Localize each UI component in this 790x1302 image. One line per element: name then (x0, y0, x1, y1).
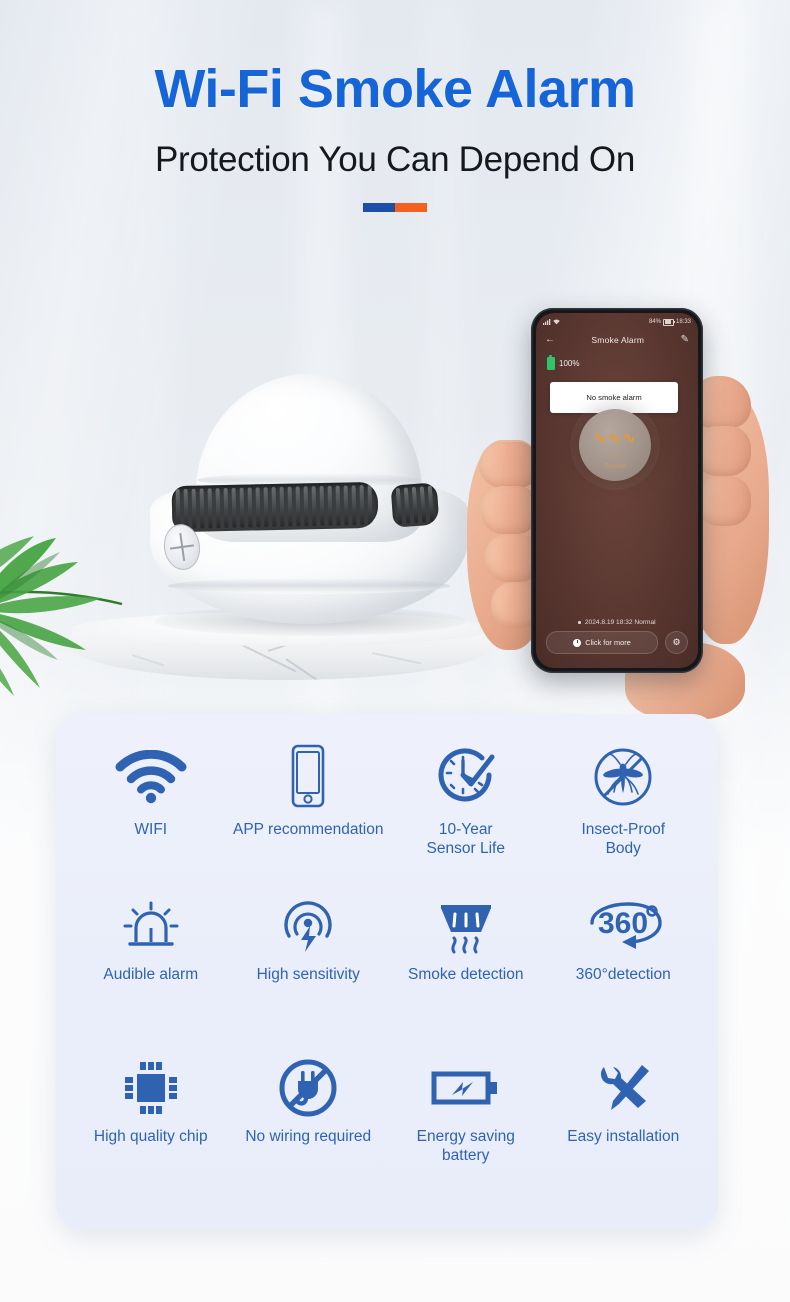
edit-pencil-icon[interactable]: ✎ (681, 335, 689, 345)
feature-label: High sensitivity (256, 966, 360, 984)
signal-bolt-icon (277, 895, 339, 961)
page-title: Wi-Fi Smoke Alarm (154, 59, 636, 119)
clock-check-icon (433, 738, 499, 816)
feature-label: Audible alarm (103, 966, 199, 984)
feature-360-detection[interactable]: 360 360°detection (545, 895, 703, 984)
divider-left-segment (363, 203, 395, 212)
device-label: Smoke (604, 463, 626, 470)
feature-row: WIFI APP recommendation 10-Year Sensor L… (72, 738, 702, 895)
feature-energy-saving-battery[interactable]: Energy saving battery (387, 1053, 545, 1166)
smoke-waves-icon: ∿∿∿ (593, 430, 637, 447)
phone-bottom-bar: Click for more ⚙ (536, 631, 698, 654)
back-arrow-icon[interactable]: ← (545, 335, 555, 345)
status-bubble-text: No smoke alarm (586, 393, 642, 402)
feature-panel: WIFI APP recommendation 10-Year Sensor L… (56, 714, 718, 1230)
feature-label: 360°detection (575, 966, 671, 984)
feature-label: 10-Year Sensor Life (426, 821, 505, 858)
smartphone-icon (284, 738, 332, 816)
gear-icon[interactable]: ⚙ (665, 631, 688, 654)
divider (363, 203, 427, 212)
feature-insect-proof[interactable]: Insect-Proof Body (545, 738, 703, 859)
feature-row: Audible alarm High sensitivity Smoke det… (72, 895, 702, 1052)
feature-label: No wiring required (245, 1127, 372, 1145)
smoke-alarm-product-photo (144, 374, 474, 640)
smartphone: 84% 18:33 ← Smoke Alarm ✎ 100% No smoke … (531, 308, 703, 673)
feature-sensor-life[interactable]: 10-Year Sensor Life (387, 738, 545, 859)
feature-row: High quality chip No wiring required Ene… (72, 1053, 702, 1210)
device-battery-level: 100% (559, 359, 580, 368)
status-battery-percent: 84% (648, 319, 661, 325)
feature-label: WIFI (134, 821, 168, 838)
wrench-screwdriver-icon (591, 1053, 655, 1123)
more-button-label: Click for more (585, 638, 631, 647)
side-vent-slots (390, 482, 440, 528)
feature-label: Insect-Proof Body (581, 821, 666, 858)
feature-label: Easy installation (567, 1127, 680, 1145)
app-title-bar: ← Smoke Alarm ✎ (536, 329, 698, 351)
status-battery-icon (662, 318, 675, 326)
page-subtitle: Protection You Can Depend On (154, 140, 635, 179)
360-rotation-icon: 360 (580, 895, 666, 961)
svg-text:360: 360 (598, 907, 648, 940)
feature-label: Energy saving battery (416, 1127, 515, 1165)
app-title: Smoke Alarm (591, 335, 645, 345)
feature-easy-installation[interactable]: Easy installation (545, 1053, 703, 1146)
device-status-area: No smoke alarm ∿∿∿ ••• Smoke (536, 382, 698, 552)
no-plug-icon (276, 1053, 340, 1123)
feature-label: Smoke detection (408, 966, 524, 984)
feature-audible-alarm[interactable]: Audible alarm (72, 895, 230, 984)
feature-smoke-detection[interactable]: Smoke detection (387, 895, 545, 984)
wifi-icon (115, 738, 187, 816)
feature-label: High quality chip (93, 1127, 208, 1145)
battery-bolt-icon (429, 1053, 503, 1123)
siren-alarm-icon (120, 895, 182, 961)
feature-no-wiring[interactable]: No wiring required (230, 1053, 388, 1146)
chip-icon (120, 1053, 182, 1123)
feature-high-sensitivity[interactable]: High sensitivity (230, 895, 388, 984)
log-text: 2024.8.19 18:32 Normal (584, 619, 656, 626)
header: Wi-Fi Smoke Alarm Protection You Can Dep… (0, 0, 790, 212)
device-log-line: 2024.8.19 18:32 Normal (536, 619, 698, 626)
feature-app[interactable]: APP recommendation (230, 738, 388, 839)
divider-right-segment (395, 203, 427, 212)
phone-screen: 84% 18:33 ← Smoke Alarm ✎ 100% No smoke … (536, 313, 698, 668)
smoke-dots-icon: ••• (609, 453, 621, 459)
status-time: 18:33 (675, 319, 691, 325)
vent-slots (171, 481, 379, 533)
device-illustration: ∿∿∿ ••• Smoke (579, 409, 651, 481)
hand-holding-phone: 84% 18:33 ← Smoke Alarm ✎ 100% No smoke … (455, 290, 775, 720)
status-signal-icons (543, 319, 560, 325)
smoke-detector-icon (433, 895, 499, 961)
clock-icon (573, 638, 582, 647)
device-battery-row: 100% (536, 351, 698, 370)
feature-wifi[interactable]: WIFI (72, 738, 230, 839)
click-for-more-button[interactable]: Click for more (546, 631, 658, 654)
feature-label: APP recommendation (233, 821, 384, 838)
mosquito-blocked-icon (591, 738, 655, 816)
phone-status-bar: 84% 18:33 (536, 313, 698, 329)
green-battery-icon (547, 355, 555, 370)
feature-high-quality-chip[interactable]: High quality chip (72, 1053, 230, 1146)
